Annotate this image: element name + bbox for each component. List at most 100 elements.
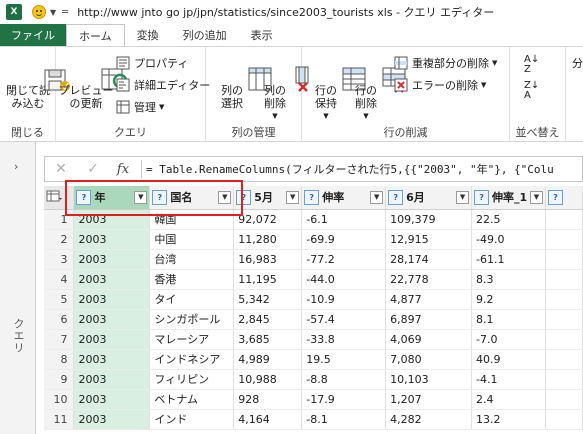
table-cell[interactable] [545,409,583,430]
table-cell[interactable]: 10,988 [233,369,303,390]
cancel-formula-icon[interactable]: ✕ [45,161,77,177]
tab-view[interactable]: 表示 [239,24,285,46]
table-cell[interactable] [545,309,583,330]
table-row[interactable]: 11 2003 インド 4,164 -8.1 4,282 13.2 [44,409,583,430]
table-cell[interactable]: 2003 [73,409,151,430]
split-column-button[interactable]: 分 [572,55,583,71]
row-number[interactable]: 10 [44,389,75,410]
manage-button[interactable]: 管理 ▼ [116,99,164,115]
row-number[interactable]: 6 [44,309,75,330]
table-cell[interactable] [545,349,583,370]
table-cell[interactable]: 2003 [73,329,151,350]
filter-dropdown-icon[interactable]: ▼ [530,190,543,204]
column-header-june[interactable]: ? 6月 ▼ [385,186,473,210]
table-cell[interactable]: 40.9 [471,349,546,370]
row-number[interactable]: 1 [44,209,75,230]
column-header-country[interactable]: ? 国名 ▼ [149,186,235,210]
commit-formula-icon[interactable]: ✓ [77,161,109,177]
table-cell[interactable]: -69.9 [301,229,387,250]
remove-duplicates-button[interactable]: 重複部分の削除 ▼ [394,55,497,71]
filter-dropdown-icon[interactable]: ▼ [286,190,300,204]
table-cell[interactable]: 4,069 [385,329,473,350]
table-menu-icon[interactable] [44,186,75,210]
table-cell[interactable]: -61.1 [471,249,546,270]
table-row[interactable]: 10 2003 ベトナム 928 -17.9 1,207 2.4 [44,389,583,410]
table-cell[interactable]: 16,983 [233,249,303,270]
table-cell[interactable]: -4.1 [471,369,546,390]
table-cell[interactable]: 8.1 [471,309,546,330]
row-number[interactable]: 5 [44,289,75,310]
refresh-preview-button[interactable]: プレビュー の更新 [59,51,128,110]
table-cell[interactable]: 11,195 [233,269,303,290]
properties-button[interactable]: プロパティ [116,55,188,71]
table-cell[interactable] [545,289,583,310]
table-cell[interactable]: 2003 [73,349,151,370]
table-cell[interactable]: 4,164 [233,409,303,430]
table-row[interactable]: 8 2003 インドネシア 4,989 19.5 7,080 40.9 [44,349,583,370]
table-cell[interactable]: 2003 [73,309,151,330]
table-cell[interactable]: -7.0 [471,329,546,350]
table-cell[interactable] [545,269,583,290]
table-cell[interactable]: 2003 [73,389,151,410]
tab-file[interactable]: ファイル [0,24,66,46]
filter-dropdown-icon[interactable]: ▼ [370,190,384,204]
table-cell[interactable] [545,249,583,270]
column-header-growth-1[interactable]: ? 伸率_1 ▼ [471,186,546,210]
table-cell[interactable]: 2,845 [233,309,303,330]
keep-rows-button[interactable]: 行の 保持 ▼ [308,51,366,123]
table-cell[interactable]: 6,897 [385,309,473,330]
table-cell[interactable]: 2003 [73,249,151,270]
table-cell[interactable]: マレーシア [149,329,235,350]
table-cell[interactable]: 19.5 [301,349,387,370]
table-cell[interactable]: 台湾 [149,249,235,270]
queries-pane-label[interactable]: クエリ [10,318,26,354]
type-any-icon[interactable]: ? [152,189,168,205]
filter-dropdown-icon[interactable]: ▼ [456,190,470,204]
row-number[interactable]: 2 [44,229,75,250]
type-any-icon[interactable]: ? [548,189,563,205]
row-number[interactable]: 9 [44,369,75,390]
table-cell[interactable]: 2003 [73,369,151,390]
filter-dropdown-icon[interactable]: ▼ [134,190,148,204]
table-cell[interactable]: -17.9 [301,389,387,410]
table-row[interactable]: 3 2003 台湾 16,983 -77.2 28,174 -61.1 [44,249,583,270]
filter-dropdown-icon[interactable]: ▼ [218,190,232,204]
table-cell[interactable] [545,329,583,350]
table-row[interactable]: 5 2003 タイ 5,342 -10.9 4,877 9.2 [44,289,583,310]
table-cell[interactable]: 928 [233,389,303,410]
table-cell[interactable]: 2003 [73,229,151,250]
sort-descending-button[interactable]: Z↓ A [524,81,539,101]
table-cell[interactable] [545,389,583,410]
table-cell[interactable]: 92,072 [233,209,303,230]
table-cell[interactable]: 9.2 [471,289,546,310]
column-header-may[interactable]: ? 5月 ▼ [233,186,303,210]
table-cell[interactable]: 22.5 [471,209,546,230]
table-cell[interactable]: ベトナム [149,389,235,410]
table-cell[interactable]: タイ [149,289,235,310]
table-row[interactable]: 9 2003 フィリピン 10,988 -8.8 10,103 -4.1 [44,369,583,390]
table-row[interactable]: 1 2003 韓国 92,072 -6.1 109,379 22.5 [44,209,583,230]
tab-transform[interactable]: 変換 [125,24,171,46]
column-header-growth[interactable]: ? 伸率 ▼ [301,186,387,210]
table-cell[interactable]: 2.4 [471,389,546,410]
table-cell[interactable]: 韓国 [149,209,235,230]
fx-icon[interactable]: fx [109,162,137,177]
type-any-icon[interactable]: ? [304,189,320,205]
tab-home[interactable]: ホーム [66,24,125,46]
table-cell[interactable]: -33.8 [301,329,387,350]
table-cell[interactable]: 2003 [73,269,151,290]
formula-input[interactable]: = Table.RenameColumns(フィルターされた行5,{{"2003… [146,161,554,177]
table-cell[interactable]: 2003 [73,289,151,310]
tab-add-column[interactable]: 列の追加 [171,24,239,46]
table-cell[interactable]: -57.4 [301,309,387,330]
table-cell[interactable]: 109,379 [385,209,473,230]
table-cell[interactable]: 8.3 [471,269,546,290]
table-cell[interactable]: 7,080 [385,349,473,370]
table-cell[interactable]: 12,915 [385,229,473,250]
type-any-icon[interactable]: ? [388,189,404,205]
table-cell[interactable]: 香港 [149,269,235,290]
table-cell[interactable]: 4,989 [233,349,303,370]
table-cell[interactable] [545,229,583,250]
table-cell[interactable]: -8.8 [301,369,387,390]
type-any-icon[interactable]: ? [474,189,490,205]
